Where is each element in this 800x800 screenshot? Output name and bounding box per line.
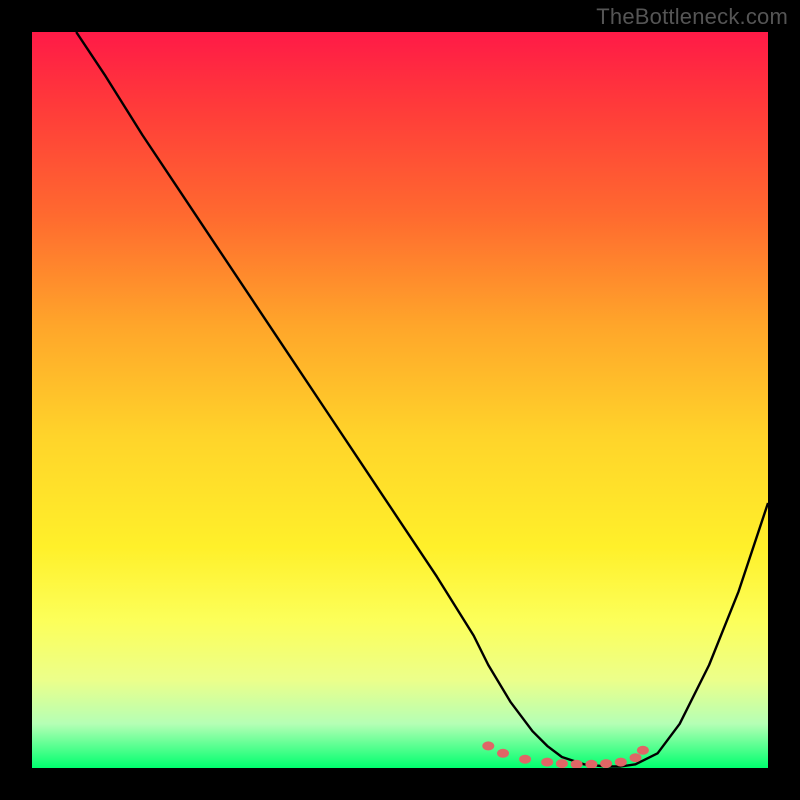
plot-area — [32, 32, 768, 768]
highlight-dot — [482, 741, 494, 750]
bottleneck-curve — [76, 32, 768, 767]
highlight-dot — [556, 759, 568, 768]
highlight-dot — [630, 753, 642, 762]
highlight-dot — [615, 758, 627, 767]
highlight-dot — [541, 758, 553, 767]
highlight-dot — [519, 755, 531, 764]
bottleneck-chart — [32, 32, 768, 768]
watermark-text: TheBottleneck.com — [596, 4, 788, 30]
chart-frame: TheBottleneck.com — [0, 0, 800, 800]
highlight-dot — [637, 746, 649, 755]
highlight-dot — [585, 760, 597, 768]
highlight-dot — [600, 759, 612, 768]
highlight-dot — [497, 749, 509, 758]
highlight-dots — [482, 741, 649, 768]
